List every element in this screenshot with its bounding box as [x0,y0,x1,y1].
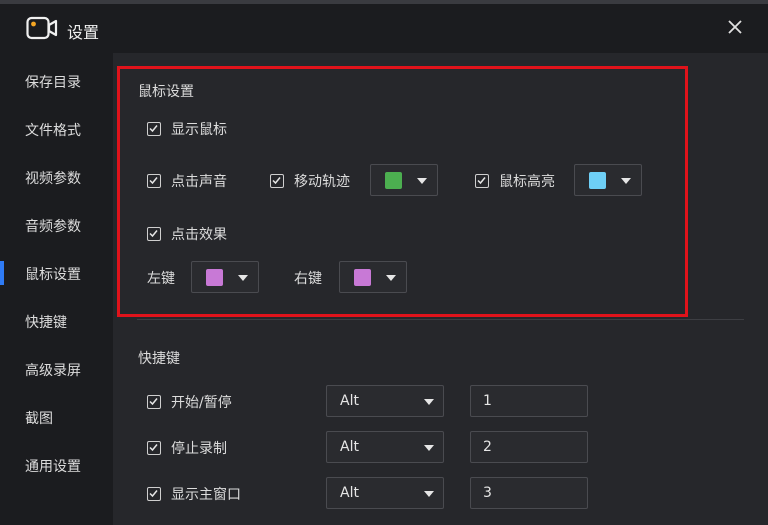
sidebar-item-label: 文件格式 [25,123,81,139]
close-icon [728,20,742,34]
video-camera-icon [26,16,58,40]
sidebar-item-label: 音频参数 [25,219,81,235]
sidebar-item-label: 鼠标设置 [25,267,81,283]
sidebar-item-label: 视频参数 [25,171,81,187]
checkbox-label: 显示主窗口 [171,487,241,503]
checkmark-icon [149,490,158,498]
checkbox-label: 开始/暂停 [171,395,232,411]
section-divider [137,319,744,320]
key-value: 1 [483,393,492,409]
select-value: Alt [340,439,359,455]
sidebar-item-audio-params[interactable]: 音频参数 [0,207,113,243]
sidebar-item-mouse-settings[interactable]: 鼠标设置 [0,255,113,291]
sidebar-item-file-format[interactable]: 文件格式 [0,111,113,147]
checkmark-icon [149,398,158,406]
modifier-select-start-pause[interactable]: Alt [326,385,444,417]
title-bar: 设置 [0,4,768,53]
key-input-stop-recording[interactable]: 2 [470,431,588,463]
shortcut-checkbox-stop-recording[interactable]: 停止录制 [147,438,227,458]
modifier-select-stop-recording[interactable]: Alt [326,431,444,463]
key-value: 2 [483,439,492,455]
sidebar-item-video-params[interactable]: 视频参数 [0,159,113,195]
modifier-select-show-main-window[interactable]: Alt [326,477,444,509]
select-value: Alt [340,393,359,409]
sidebar-item-shortcuts[interactable]: 快捷键 [0,303,113,339]
shortcut-checkbox-show-main-window[interactable]: 显示主窗口 [147,484,241,504]
select-value: Alt [340,485,359,501]
dropdown-arrow-icon [424,491,434,497]
highlight-frame [117,66,688,317]
settings-sidebar: 保存目录 文件格式 视频参数 音频参数 鼠标设置 快捷键 高级录屏 截图 通用设… [0,53,113,525]
key-value: 3 [483,485,492,501]
checkbox-box [147,487,161,501]
close-button[interactable] [722,14,748,40]
key-input-start-pause[interactable]: 1 [470,385,588,417]
sidebar-item-label: 高级录屏 [25,363,81,379]
sidebar-item-advanced-recording[interactable]: 高级录屏 [0,351,113,387]
sidebar-item-screenshot[interactable]: 截图 [0,399,113,435]
checkbox-box [147,395,161,409]
key-input-show-main-window[interactable]: 3 [470,477,588,509]
sidebar-item-label: 通用设置 [25,459,81,475]
sidebar-item-save-dir[interactable]: 保存目录 [0,63,113,99]
sidebar-item-general-settings[interactable]: 通用设置 [0,447,113,483]
shortcuts-title: 快捷键 [138,351,180,367]
dropdown-arrow-icon [424,399,434,405]
dropdown-arrow-icon [424,445,434,451]
sidebar-item-label: 截图 [25,411,53,427]
shortcut-checkbox-start-pause[interactable]: 开始/暂停 [147,392,232,412]
sidebar-item-label: 保存目录 [25,75,81,91]
checkbox-box [147,441,161,455]
window-title: 设置 [67,23,100,42]
checkmark-icon [149,444,158,452]
sidebar-item-label: 快捷键 [25,315,67,331]
checkbox-label: 停止录制 [171,441,227,457]
